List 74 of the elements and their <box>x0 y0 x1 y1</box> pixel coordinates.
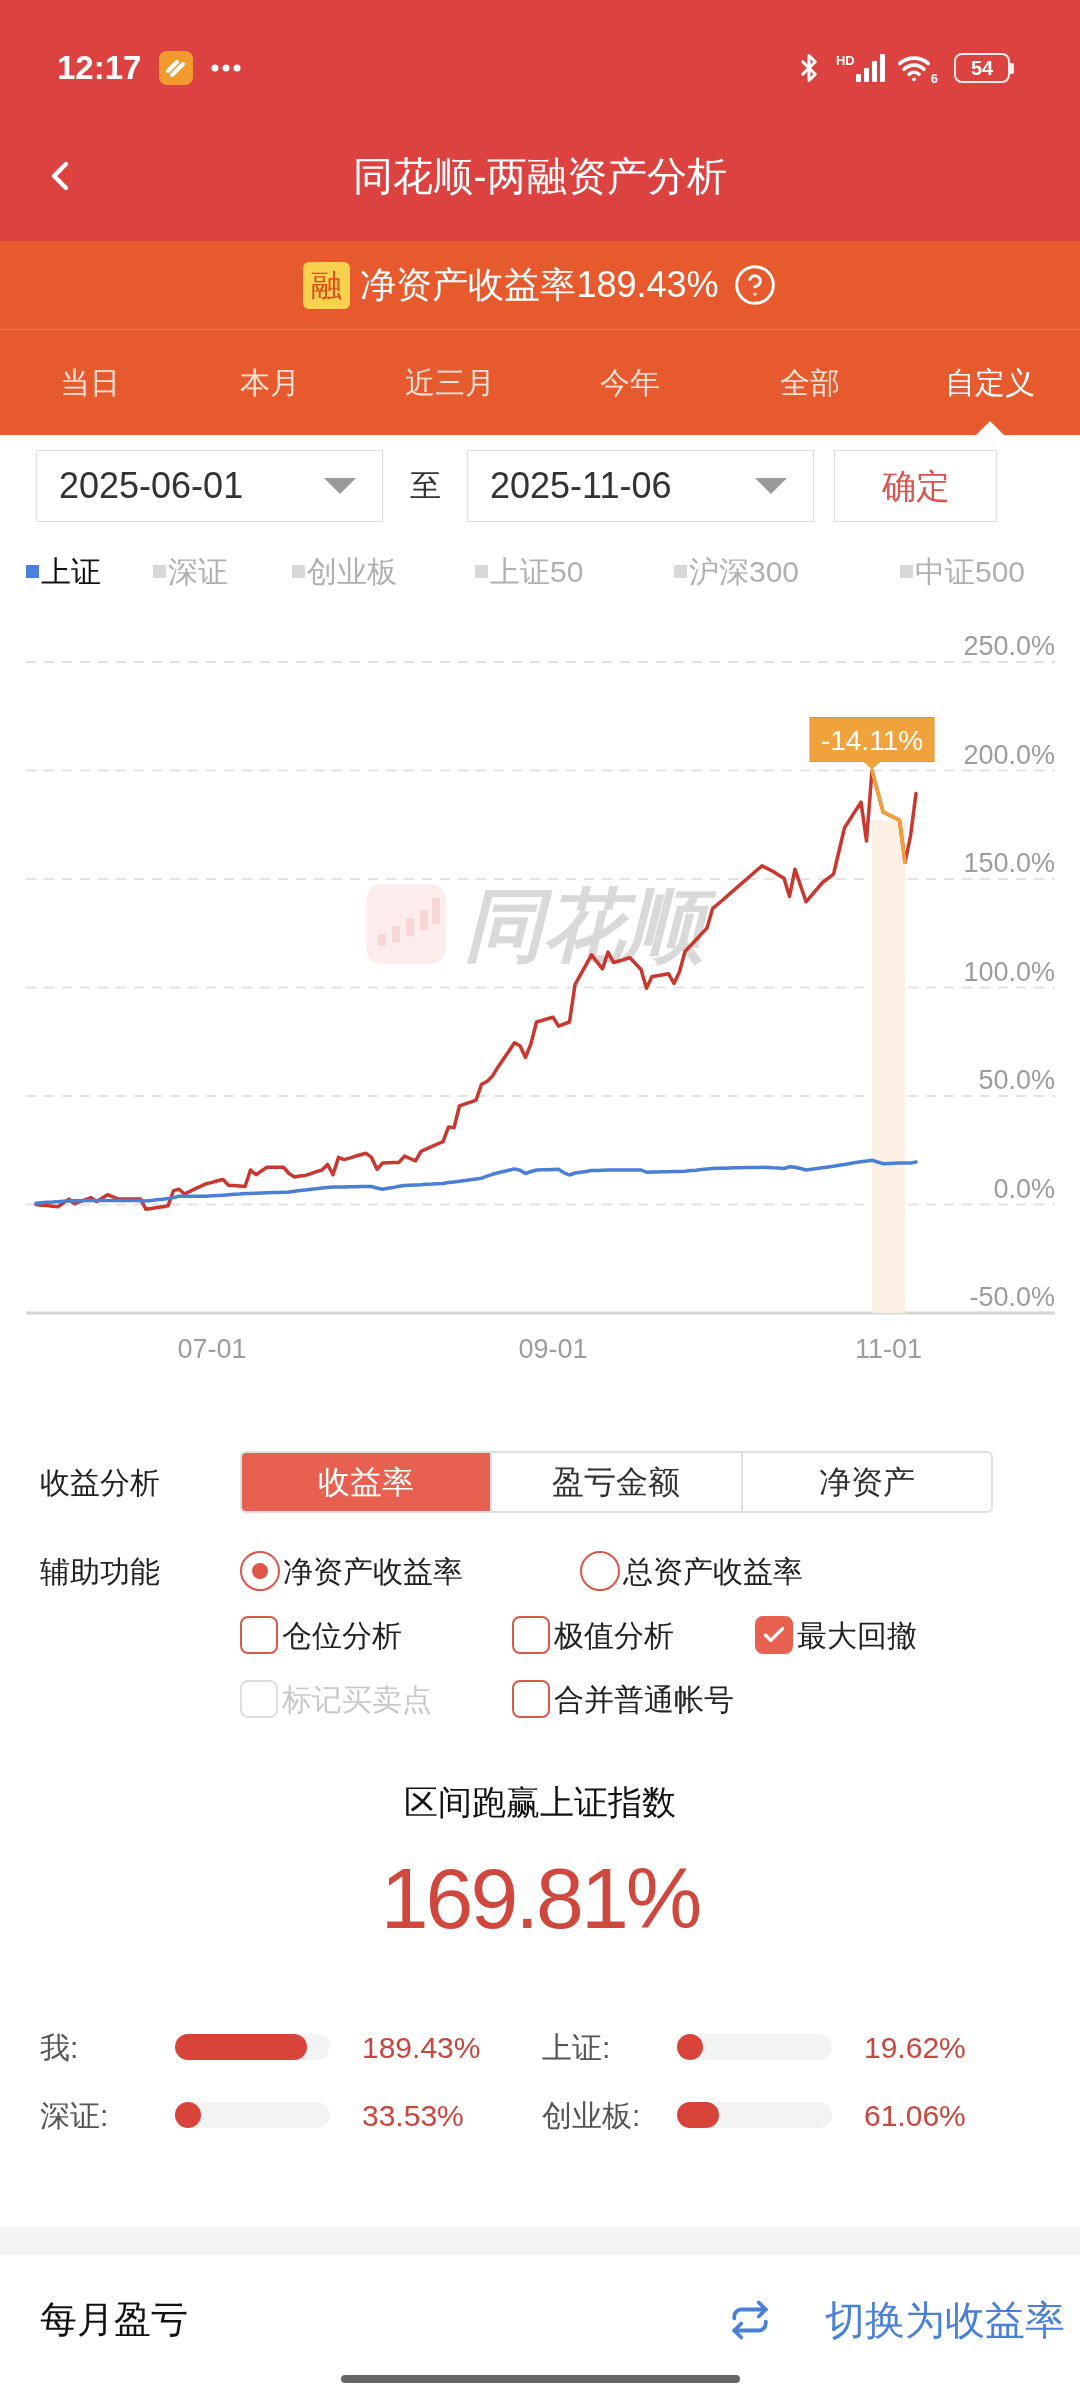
range-separator: 至 <box>408 466 442 505</box>
comparison-label: 我: <box>40 2029 80 2066</box>
home-indicator[interactable] <box>340 2375 740 2383</box>
y-axis-label: 100.0% <box>963 956 1055 987</box>
wifi-standard-label: 6 <box>930 72 938 85</box>
end-date-picker[interactable]: 2025-11-06 <box>467 450 814 522</box>
annotation: -14.11% <box>820 724 924 756</box>
options-label: 辅助功能 <box>39 1553 161 1590</box>
checkbox-option[interactable]: 最大回撤 <box>755 1607 917 1663</box>
analysis-label: 收益分析 <box>39 1464 161 1501</box>
period-tab[interactable]: 本月 <box>180 330 360 435</box>
checkbox-option[interactable]: 仓位分析 <box>240 1607 512 1663</box>
radio-option[interactable]: 净资产收益率 <box>240 1543 580 1599</box>
y-axis-label: 0.0% <box>993 1173 1055 1204</box>
legend-item[interactable]: 中证500 <box>900 546 1080 596</box>
x-axis-label: 11-01 <box>854 1334 923 1364</box>
x-axis-label: 07-01 <box>177 1334 247 1364</box>
y-axis-label: 50.0% <box>978 1065 1055 1095</box>
legend-square-icon <box>292 564 305 578</box>
y-axis-label: 250.0% <box>963 631 1055 661</box>
legend-item[interactable]: 创业板 <box>292 546 475 596</box>
outperform-value: 169.81% <box>380 1855 700 1941</box>
legend-item[interactable]: 上证50 <box>475 546 674 596</box>
comparison-label: 深证: <box>40 2097 110 2134</box>
outperform-title: 区间跑赢上证指数 <box>404 1782 676 1823</box>
monthly-title: 每月盈亏 <box>40 2298 188 2343</box>
more-dots-icon <box>211 64 242 72</box>
repeat-arrows-icon <box>729 2299 771 2341</box>
watermark-logo-icon <box>366 884 446 964</box>
caret-down-icon <box>755 478 787 494</box>
caret-down-icon <box>324 478 356 494</box>
tab-pointer-icon <box>976 421 1004 435</box>
battery-indicator: 54 <box>954 53 1014 83</box>
switch-to-rate-button[interactable]: 切换为收益率 <box>729 2290 1065 2350</box>
confirm-button[interactable]: 确定 <box>834 450 997 522</box>
start-date-picker[interactable]: 2025-06-01 <box>36 450 383 522</box>
period-tab[interactable]: 今年 <box>540 330 720 435</box>
drawdown-tooltip: -14.11% <box>809 717 935 770</box>
y-axis-label: 200.0% <box>963 739 1055 770</box>
comparison-value: 189.43% <box>362 2029 481 2066</box>
analysis-segment[interactable]: 净资产 <box>740 1453 991 1511</box>
checkbox-option[interactable]: 极值分析 <box>512 1607 755 1663</box>
period-tab[interactable]: 当日 <box>0 330 180 435</box>
legend-item[interactable]: 深证 <box>153 546 292 596</box>
analysis-segment[interactable]: 收益率 <box>242 1453 491 1511</box>
status-time: 12:17 <box>57 48 142 88</box>
period-tab[interactable]: 全部 <box>720 330 900 435</box>
x-axis-label: 09-01 <box>518 1334 588 1364</box>
comparison-label: 上证: <box>542 2029 612 2066</box>
comparison-value: 19.62% <box>864 2029 966 2066</box>
legend-square-icon <box>153 564 166 578</box>
legend-square-icon <box>475 564 488 578</box>
legend-item[interactable]: 沪深300 <box>674 546 900 596</box>
checkbox-option[interactable]: 合并普通帐号 <box>512 1671 755 1727</box>
signal-bars-icon <box>854 54 885 82</box>
network-type-label: HD <box>836 54 855 67</box>
legend-square-icon <box>900 564 913 578</box>
margin-badge: 融 <box>303 261 351 309</box>
comparison-value: 61.06% <box>864 2097 966 2134</box>
y-axis-label: -50.0% <box>969 1282 1055 1312</box>
comparison-value: 33.53% <box>362 2097 464 2134</box>
legend-square-icon <box>26 564 39 578</box>
period-tab[interactable]: 近三月 <box>360 330 540 435</box>
page-title: 同花顺-两融资产分析 <box>352 152 728 200</box>
return-rate-text: 净资产收益率189.43% <box>360 263 719 307</box>
y-axis-label: 150.0% <box>963 848 1055 878</box>
help-button[interactable] <box>732 263 777 307</box>
radio-option[interactable]: 总资产收益率 <box>580 1543 920 1599</box>
app-notification-icon <box>159 51 194 85</box>
period-tab[interactable]: 自定义 <box>900 330 1080 435</box>
legend-square-icon <box>674 564 687 578</box>
help-icon <box>732 263 777 307</box>
legend-item[interactable]: 上证 <box>26 546 153 596</box>
comparison-label: 创业板: <box>542 2097 642 2134</box>
